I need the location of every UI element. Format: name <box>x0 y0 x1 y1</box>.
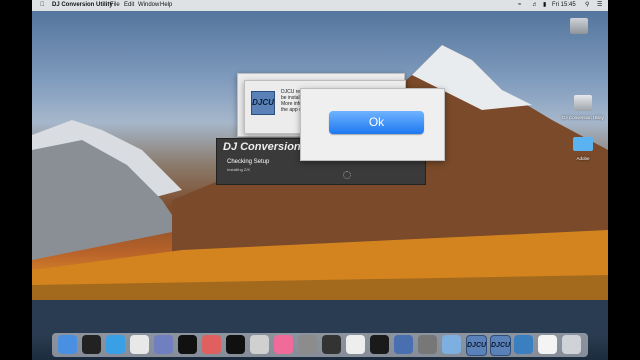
dock-x-app-icon[interactable] <box>346 335 365 354</box>
menu-help[interactable]: Help <box>160 0 172 11</box>
dock-finder-icon[interactable] <box>58 335 77 354</box>
desktop-label-app: DJ Conversion Utility <box>562 115 604 120</box>
menu-app-name[interactable]: DJ Conversion Utility <box>52 0 113 11</box>
desktop-icon-app[interactable] <box>574 95 592 111</box>
dock-puzzle-icon[interactable] <box>202 335 221 354</box>
apple-icon[interactable]:  <box>40 0 45 11</box>
dock-djcu-1-icon[interactable]: DJCU <box>466 335 487 356</box>
dock-system-prefs-icon[interactable] <box>298 335 317 354</box>
dock-gear-icon[interactable] <box>418 335 437 354</box>
desktop-label-folder: Adobe <box>576 156 590 161</box>
dock-quicktime-icon[interactable] <box>514 335 533 354</box>
wifi-icon[interactable]: ≈ <box>518 0 521 11</box>
desktop-icon-disk[interactable] <box>570 18 588 34</box>
battery-icon[interactable]: ▮ <box>543 0 546 11</box>
dock-preview-icon[interactable] <box>442 335 461 354</box>
dock-terminal-icon[interactable] <box>82 335 101 354</box>
volume-icon[interactable]: ♬ <box>532 0 538 11</box>
dock-itunes-icon[interactable] <box>274 335 293 354</box>
ok-button[interactable]: Ok <box>329 111 424 134</box>
spinner-icon <box>343 171 351 179</box>
menu-file[interactable]: File <box>110 0 120 11</box>
dock-traktor-icon[interactable] <box>370 335 389 354</box>
desktop:  DJ Conversion Utility File Edit Window… <box>32 0 608 360</box>
menu-edit[interactable]: Edit <box>124 0 134 11</box>
alert-dialog: Ok <box>300 88 445 161</box>
dock-wireshark-icon[interactable] <box>394 335 413 354</box>
dock-photobooth-icon[interactable] <box>322 335 341 354</box>
notification-icon[interactable]: ☰ <box>597 0 602 11</box>
dock-music-icon[interactable] <box>250 335 269 354</box>
dock-app-store-like-icon[interactable] <box>154 335 173 354</box>
progress-substatus: Installing Z/K <box>227 167 251 172</box>
dock-chrome-icon[interactable] <box>130 335 149 354</box>
spotlight-icon[interactable]: ⚲ <box>585 0 589 11</box>
dock-safari-icon[interactable] <box>106 335 125 354</box>
menu-window[interactable]: Window <box>138 0 159 11</box>
djcu-logo: DJCU <box>251 91 275 115</box>
menu-clock[interactable]: Fri 15:45 <box>552 0 576 11</box>
dock-trash-icon[interactable] <box>562 335 581 354</box>
dock-djcu-2-icon[interactable]: DJCU <box>490 335 511 356</box>
dock-scene-icon[interactable] <box>178 335 197 354</box>
desktop-icon-folder[interactable] <box>573 137 593 151</box>
dock-document-icon[interactable] <box>538 335 557 354</box>
dock-dj-icon[interactable] <box>226 335 245 354</box>
progress-status: Checking Setup <box>227 159 270 165</box>
menu-bar:  DJ Conversion Utility File Edit Window… <box>32 0 608 11</box>
